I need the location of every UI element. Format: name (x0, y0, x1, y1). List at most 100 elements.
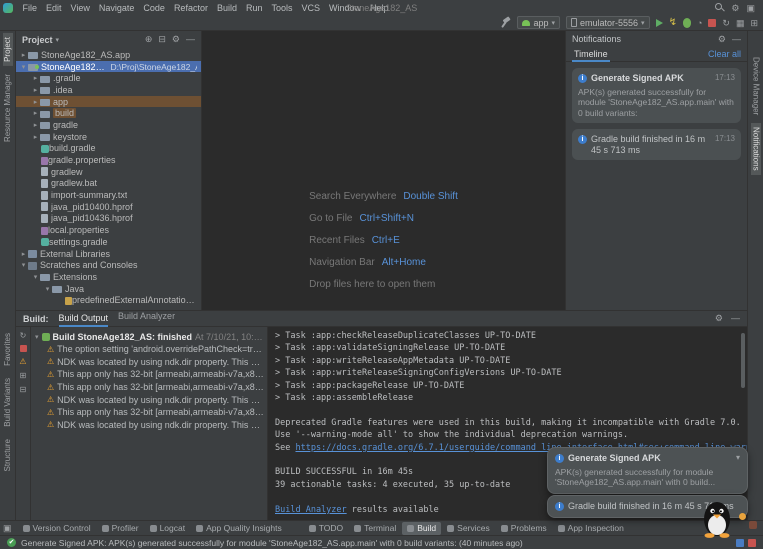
project-item-build[interactable]: ▸ build (16, 107, 201, 119)
project-item-gradle[interactable]: ▸ .gradle (16, 72, 201, 84)
sync-gradle-icon[interactable]: ↻ (722, 18, 730, 28)
build-warning-row[interactable]: ⚠ The option setting 'android.overridePat… (31, 343, 267, 356)
debug-icon[interactable] (682, 17, 691, 28)
toolwindow-tab-services[interactable]: Services (442, 522, 495, 535)
build-warning-row[interactable]: ⚠ NDK was located by using ndk.dir proper… (31, 419, 267, 432)
toolwindow-tab-app-quality-insights[interactable]: App Quality Insights (191, 522, 287, 535)
hide-panel-icon[interactable]: — (731, 313, 740, 324)
menu-build[interactable]: Build (212, 3, 241, 13)
menu-vcs[interactable]: VCS (297, 3, 325, 13)
stop-icon[interactable] (708, 18, 717, 27)
project-item-local-properties[interactable]: local.properties (16, 224, 201, 236)
notification-card[interactable]: i Generate Signed APK 17:13 APK(s) generate… (572, 68, 741, 123)
project-item-build-gradle[interactable]: build.gradle (16, 143, 201, 155)
window-layout-icon[interactable]: ▣ (746, 3, 755, 13)
notification-card[interactable]: i Gradle build finished in 16 m 45 s 713 … (572, 129, 741, 160)
make-project-hammer-icon[interactable] (500, 17, 511, 28)
toolwindow-tab-problems[interactable]: Problems (496, 522, 552, 535)
stripe-button-structure[interactable]: Structure (3, 435, 13, 475)
status-message[interactable]: Generate Signed APK: APK(s) generated su… (21, 538, 523, 548)
stop-build-icon[interactable] (19, 345, 27, 352)
clear-all-link[interactable]: Clear all (708, 49, 741, 59)
project-item-java[interactable]: ▾ Java (16, 283, 201, 295)
project-item-java-pid10400-hprof[interactable]: java_pid10400.hprof (16, 201, 201, 213)
menu-tools[interactable]: Tools (267, 3, 297, 13)
collapse-all-icon[interactable]: ⊟ (20, 385, 27, 394)
search-icon[interactable] (715, 3, 724, 12)
apply-changes-icon[interactable]: ↯ (669, 17, 677, 28)
panel-settings-gear-icon[interactable]: ⚙ (172, 34, 180, 45)
project-item-import-summary-txt[interactable]: import-summary.txt (16, 189, 201, 201)
toolwindow-tab-app-inspection[interactable]: App Inspection (553, 522, 629, 535)
sdk-manager-icon[interactable]: ⊞ (750, 18, 758, 28)
project-view-selector[interactable]: Project (22, 35, 53, 45)
build-warning-row[interactable]: ⚠ This app only has 32-bit [armeabi,armea… (31, 406, 267, 419)
project-item-settings-gradle[interactable]: settings.gradle (16, 236, 201, 248)
locate-file-icon[interactable]: ⊕ (145, 34, 153, 45)
editor-area[interactable]: Search Everywhere Double Shift Go to File C… (202, 31, 565, 310)
toolwindow-tab-todo[interactable]: TODO (304, 522, 348, 535)
run-button[interactable] (655, 18, 663, 27)
menu-view[interactable]: View (66, 3, 94, 13)
stripe-button-favorites[interactable]: Favorites (3, 329, 13, 370)
device-combo[interactable]: emulator-5556 ▾ (566, 16, 650, 29)
panel-settings-gear-icon[interactable]: ⚙ (718, 34, 726, 45)
project-item-stoneage182-as[interactable]: ▾ StoneAge182_AS D:\Proj\StoneAge182_AS (16, 60, 201, 73)
menu-help[interactable]: Help (366, 3, 394, 13)
filter-warnings-icon[interactable]: ⚠ (19, 357, 26, 366)
notification-toast[interactable]: i Generate Signed APK ▾ APK(s) generated su… (547, 447, 748, 494)
stripe-button-device-manager[interactable]: Device Manager (751, 53, 761, 119)
project-item-gradlew[interactable]: gradlew (16, 166, 201, 178)
toolwindow-tab-build[interactable]: Build (402, 521, 442, 535)
tab-timeline[interactable]: Timeline (572, 47, 610, 62)
build-root-node[interactable]: ▾ Build StoneAge182_AS: finished At 7/10… (31, 330, 267, 343)
stripe-button-project[interactable]: Project (2, 33, 13, 66)
stripe-button-build-variants[interactable]: Build Variants (3, 374, 13, 431)
collapse-all-icon[interactable]: ⊟ (158, 34, 166, 45)
stripe-button-resource-manager[interactable]: Resource Manager (3, 70, 13, 146)
hide-panel-icon[interactable]: — (186, 34, 195, 45)
settings-gear-icon[interactable]: ⚙ (731, 3, 739, 13)
menu-file[interactable]: File (18, 3, 42, 13)
window-layout-icon[interactable]: ▣ (3, 523, 12, 534)
stripe-button-notifications[interactable]: Notifications (750, 123, 761, 175)
project-item-external-libraries[interactable]: ▸ External Libraries (16, 248, 201, 260)
project-item-app[interactable]: ▸ app (16, 95, 201, 108)
menu-edit[interactable]: Edit (42, 3, 67, 13)
build-warning-row[interactable]: ⚠ This app only has 32-bit [armeabi,armea… (31, 381, 267, 394)
tab-build-output[interactable]: Build Output (58, 311, 109, 327)
menu-run[interactable]: Run (241, 3, 267, 13)
project-item-stoneage182-as-app[interactable]: ▸ StoneAge182_AS.app (16, 49, 201, 61)
chevron-down-icon[interactable]: ▾ (736, 453, 740, 462)
menu-refactor[interactable]: Refactor (169, 3, 212, 13)
build-warning-row[interactable]: ⚠ This app only has 32-bit [armeabi,armea… (31, 368, 267, 381)
console-link[interactable]: Build Analyzer (275, 505, 347, 515)
project-item-java-pid10436-hprof[interactable]: java_pid10436.hprof (16, 213, 201, 225)
toolwindow-tab-terminal[interactable]: Terminal (349, 522, 401, 535)
device-manager-icon[interactable]: ▦ (736, 18, 745, 28)
console-scrollbar[interactable] (741, 333, 745, 388)
restart-build-icon[interactable]: ↻ (20, 331, 27, 340)
project-item-gradle-properties[interactable]: gradle.properties (16, 154, 201, 166)
tab-build-analyzer[interactable]: Build Analyzer (118, 311, 175, 327)
project-item-extensions[interactable]: ▾ Extensions (16, 271, 201, 283)
profiler-icon[interactable]: ◔ (697, 18, 702, 28)
build-warning-row[interactable]: ⚠ NDK was located by using ndk.dir proper… (31, 356, 267, 369)
expand-all-icon[interactable]: ⊞ (20, 371, 27, 380)
project-item-gradlew-bat[interactable]: gradlew.bat (16, 178, 201, 190)
toolwindow-tab-logcat[interactable]: Logcat (145, 522, 191, 535)
toolwindow-tab-version-control[interactable]: Version Control (18, 522, 96, 535)
menu-code[interactable]: Code (139, 3, 170, 13)
toolwindow-tab-profiler[interactable]: Profiler (97, 522, 144, 535)
menu-navigate[interactable]: Navigate (94, 3, 139, 13)
hide-panel-icon[interactable]: — (732, 34, 741, 45)
panel-settings-gear-icon[interactable]: ⚙ (715, 313, 723, 324)
module-combo[interactable]: app ▾ (517, 16, 560, 29)
project-item-predefinedexternalannotations-json[interactable]: predefinedExternalAnnotations.json (16, 294, 201, 306)
project-item-idea[interactable]: ▸ .idea (16, 84, 201, 96)
project-item-keystore[interactable]: ▸ keystore (16, 131, 201, 143)
project-item-gradle[interactable]: ▸ gradle (16, 119, 201, 131)
build-warning-row[interactable]: ⚠ NDK was located by using ndk.dir proper… (31, 393, 267, 406)
menu-window[interactable]: Window (325, 3, 366, 13)
project-item-scratches-and-consoles[interactable]: ▾ Scratches and Consoles (16, 259, 201, 271)
